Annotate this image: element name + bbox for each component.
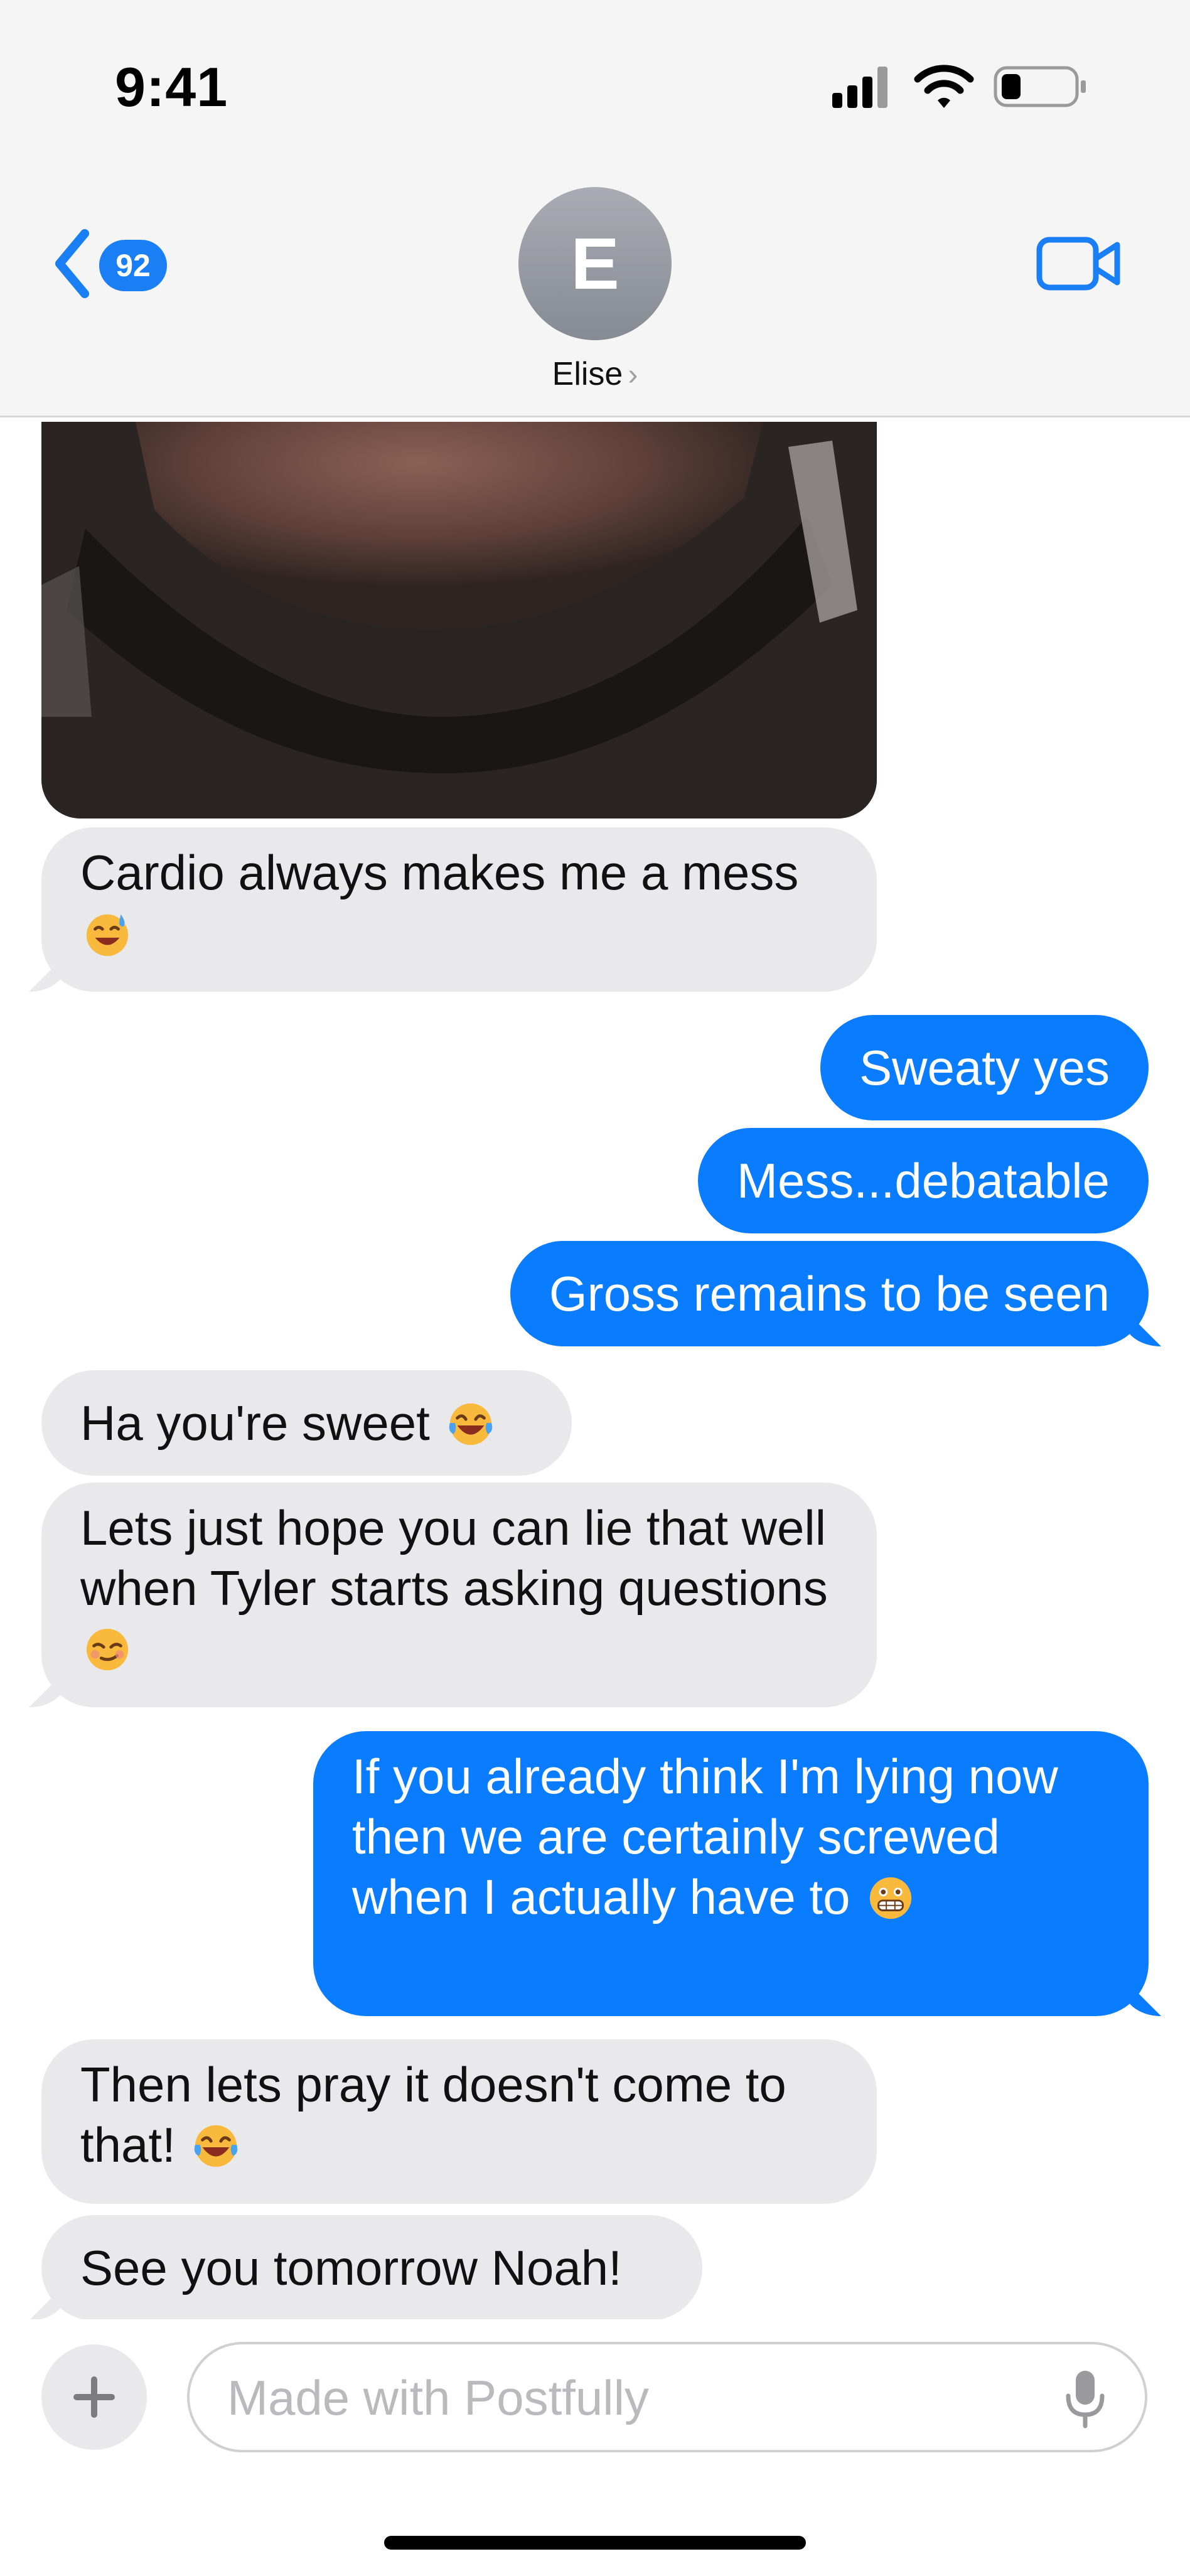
wifi-icon <box>914 65 974 108</box>
microphone-icon[interactable] <box>1063 2368 1107 2428</box>
contact-avatar[interactable]: E <box>518 187 672 340</box>
photo-message[interactable] <box>41 422 877 818</box>
message-bubble-incoming[interactable]: Then lets pray it doesn't come to that! <box>41 2039 877 2204</box>
message-bubble-incoming[interactable]: Cardio always makes me a mess <box>41 827 877 992</box>
signal-icon <box>832 67 887 108</box>
photo-image <box>41 422 877 818</box>
plus-icon <box>73 2376 115 2418</box>
grimace-emoji-icon <box>870 1877 912 1919</box>
message-bubble-outgoing[interactable]: Sweaty yes <box>820 1015 1149 1120</box>
chevron-left-icon <box>55 229 89 298</box>
chevron-right-icon: › <box>628 358 638 392</box>
message-text: See you tomorrow Noah! <box>80 2240 622 2295</box>
message-composer: Made with Postfully <box>0 2319 1190 2576</box>
message-text: If you already think I'm lying now then … <box>352 1749 1058 1924</box>
add-attachment-button[interactable] <box>41 2344 147 2450</box>
message-bubble-incoming[interactable]: See you tomorrow Noah! <box>41 2215 702 2321</box>
messages-screen: 9:41 92 E Elise › Cardio always makes me… <box>0 0 1190 2576</box>
message-text: Ha you're sweet <box>80 1395 430 1451</box>
contact-name: Elise <box>552 356 623 392</box>
status-time: 9:41 <box>115 56 228 118</box>
conversation-header: 9:41 92 E Elise › <box>0 0 1190 417</box>
message-text: Sweaty yes <box>859 1040 1110 1095</box>
video-call-icon[interactable] <box>1036 232 1123 295</box>
tears-of-joy-emoji-icon <box>195 2125 238 2167</box>
message-text: Then lets pray it doesn't come to that! <box>80 2057 786 2172</box>
message-text: Gross remains to be seen <box>549 1266 1110 1321</box>
message-bubble-outgoing[interactable]: If you already think I'm lying now then … <box>313 1731 1149 2016</box>
message-input[interactable]: Made with Postfully <box>187 2342 1147 2452</box>
status-icons <box>832 65 1086 108</box>
back-button[interactable]: 92 <box>50 226 188 301</box>
message-bubble-incoming[interactable]: Lets just hope you can lie that well whe… <box>41 1483 877 1707</box>
message-text: Cardio always makes me a mess <box>80 845 799 900</box>
battery-icon <box>994 66 1086 107</box>
message-bubble-outgoing[interactable]: Mess...debatable <box>697 1128 1149 1233</box>
message-bubble-outgoing[interactable]: Gross remains to be seen <box>510 1241 1149 1346</box>
message-bubble-incoming[interactable]: Ha you're sweet <box>41 1370 572 1476</box>
contact-name-link[interactable]: Elise › <box>0 355 1190 393</box>
unread-count-badge: 92 <box>99 240 167 291</box>
sweat-smile-emoji-icon <box>86 914 129 957</box>
smirk-emoji-icon <box>86 1628 129 1671</box>
message-text: Lets just hope you can lie that well whe… <box>80 1500 828 1616</box>
message-input-placeholder: Made with Postfully <box>227 2370 649 2425</box>
tears-of-joy-emoji-icon <box>449 1403 492 1446</box>
message-text: Mess...debatable <box>736 1153 1110 1208</box>
home-indicator[interactable] <box>384 2536 806 2550</box>
